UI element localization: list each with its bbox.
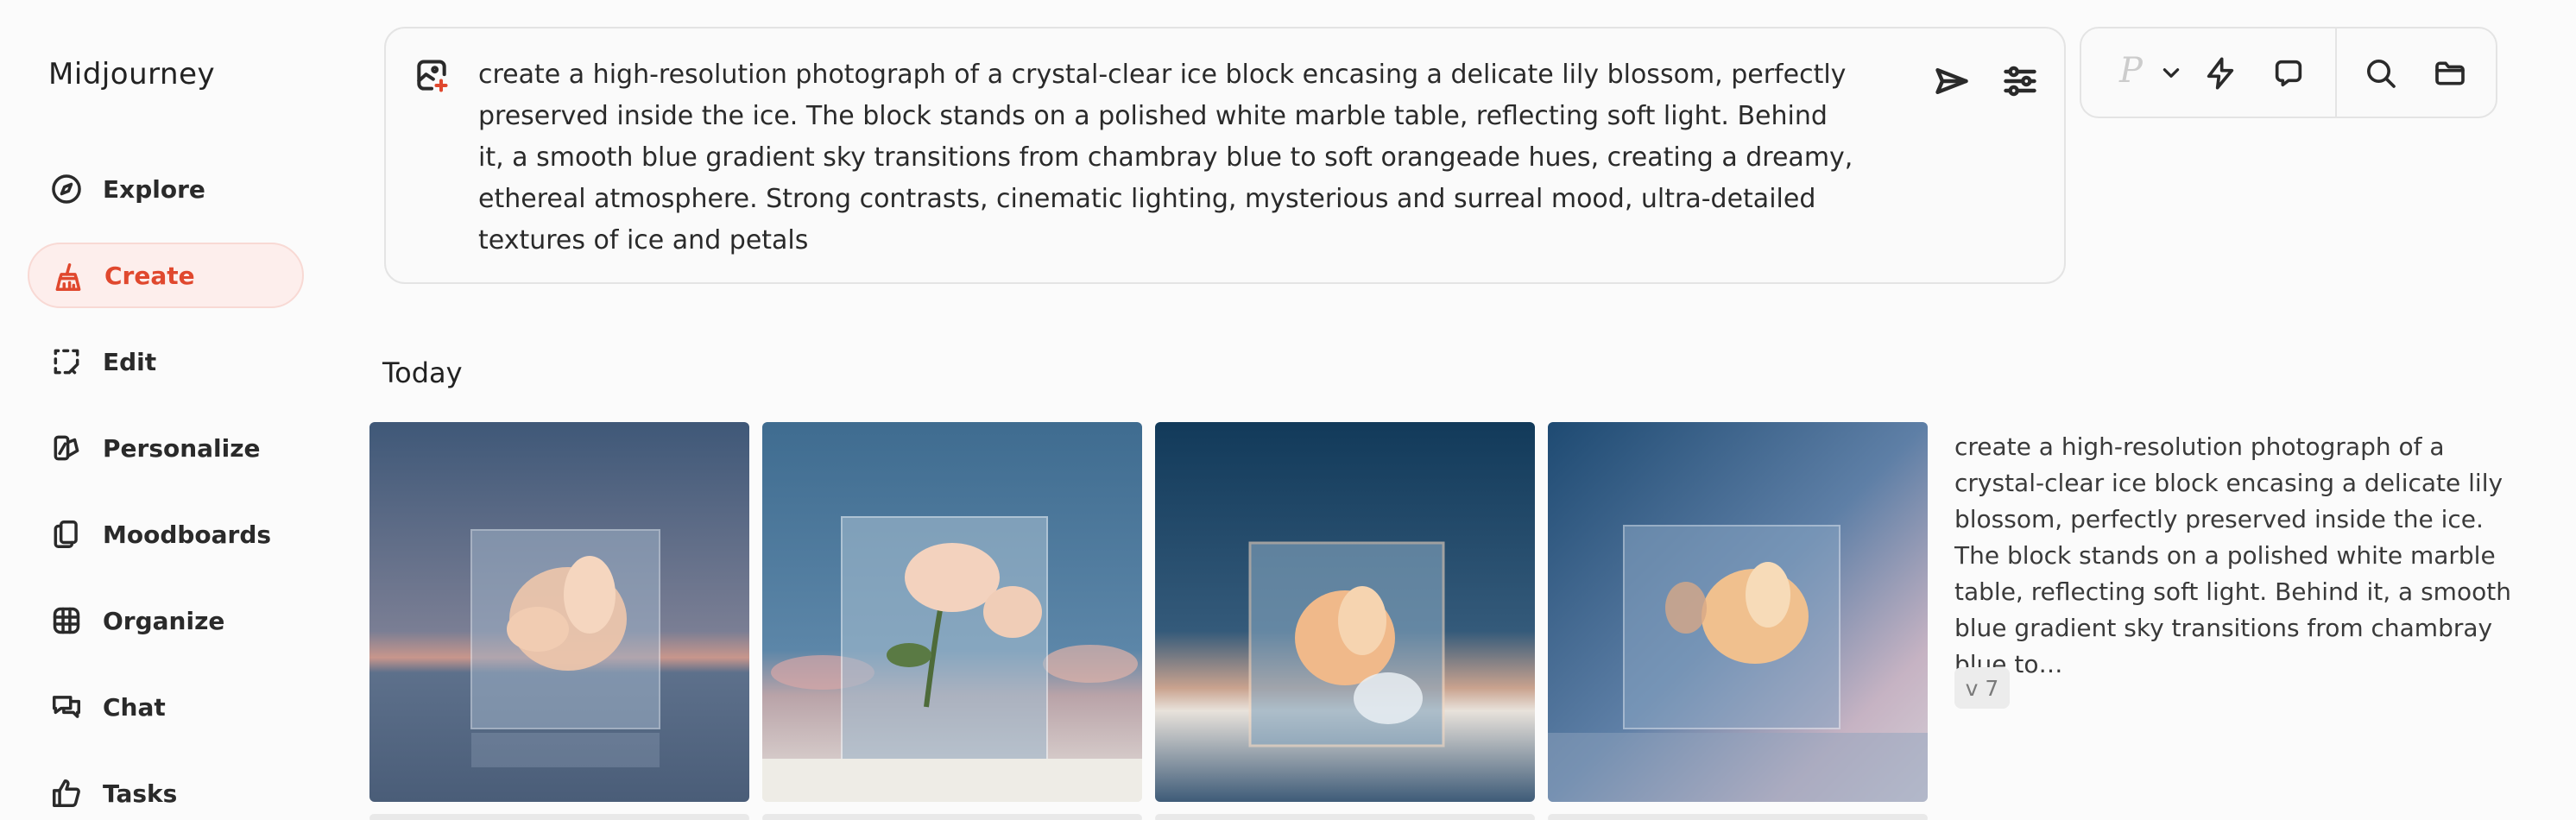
generated-image-2[interactable] (762, 422, 1142, 802)
app-logo[interactable]: Midjourney (48, 57, 215, 91)
add-image-icon[interactable] (413, 57, 451, 98)
edit-frame-icon (50, 345, 83, 378)
personalize-icon (50, 432, 83, 464)
compass-icon (50, 173, 83, 205)
search-button[interactable] (2361, 54, 2401, 93)
folder-icon (2435, 61, 2465, 85)
thumbs-up-icon (50, 777, 83, 810)
personalize-toggle[interactable]: P (2119, 51, 2143, 91)
generated-image-1[interactable] (369, 422, 749, 802)
sidebar-item-edit[interactable]: Edit (28, 329, 304, 394)
sidebar-item-label: Explore (103, 174, 205, 204)
moodboard-icon (50, 518, 83, 551)
send-button[interactable] (1930, 60, 1973, 103)
message-square-icon (2275, 60, 2302, 87)
chevron-down-icon[interactable] (2160, 61, 2182, 87)
sidebar-item-organize[interactable]: Organize (28, 588, 304, 653)
sidebar-item-explore[interactable]: Explore (28, 156, 304, 222)
sidebar-item-label: Personalize (103, 433, 261, 463)
grid-icon (50, 604, 83, 637)
sliders-icon (2004, 66, 2036, 97)
speed-button[interactable] (2200, 54, 2240, 93)
sidebar-item-chat[interactable]: Chat (28, 674, 304, 740)
sidebar-item-label: Tasks (103, 779, 178, 808)
generated-image-3[interactable] (1155, 422, 1535, 802)
sidebar-item-label: Chat (103, 692, 166, 722)
sidebar: Midjourney Explore Create Edit Personali… (0, 0, 328, 820)
generated-image-4[interactable] (1548, 422, 1928, 802)
sidebar-item-tasks[interactable]: Tasks (28, 760, 304, 820)
chat-icon (50, 691, 83, 723)
settings-button[interactable] (1998, 60, 2042, 103)
section-heading-today: Today (382, 356, 463, 389)
sidebar-item-label: Edit (103, 347, 157, 376)
sidebar-item-moodboards[interactable]: Moodboards (28, 501, 304, 567)
search-icon (2367, 60, 2396, 88)
send-icon (1935, 67, 1968, 95)
next-row-image[interactable] (1548, 814, 1928, 820)
prompt-input[interactable]: create a high-resolution photograph of a… (478, 54, 1859, 262)
next-row-image[interactable] (1155, 814, 1535, 820)
sidebar-item-create[interactable]: Create (28, 243, 304, 308)
version-badge: v 7 (1954, 667, 2010, 709)
prompt-box[interactable]: create a high-resolution photograph of a… (384, 27, 2066, 284)
sidebar-item-label: Organize (103, 606, 225, 635)
sidebar-item-personalize[interactable]: Personalize (28, 415, 304, 481)
next-row-image[interactable] (369, 814, 749, 820)
folder-button[interactable] (2430, 54, 2470, 93)
toolbar-divider (2335, 28, 2337, 117)
sidebar-item-label: Create (104, 261, 195, 290)
toolbar: P (2080, 27, 2497, 118)
lightning-icon (2207, 57, 2234, 90)
sidebar-item-label: Moodboards (103, 520, 272, 549)
chat-mode-button[interactable] (2269, 54, 2308, 93)
job-prompt-text[interactable]: create a high-resolution photograph of a… (1954, 429, 2524, 683)
brush-icon (52, 261, 85, 293)
next-row-image[interactable] (762, 814, 1142, 820)
